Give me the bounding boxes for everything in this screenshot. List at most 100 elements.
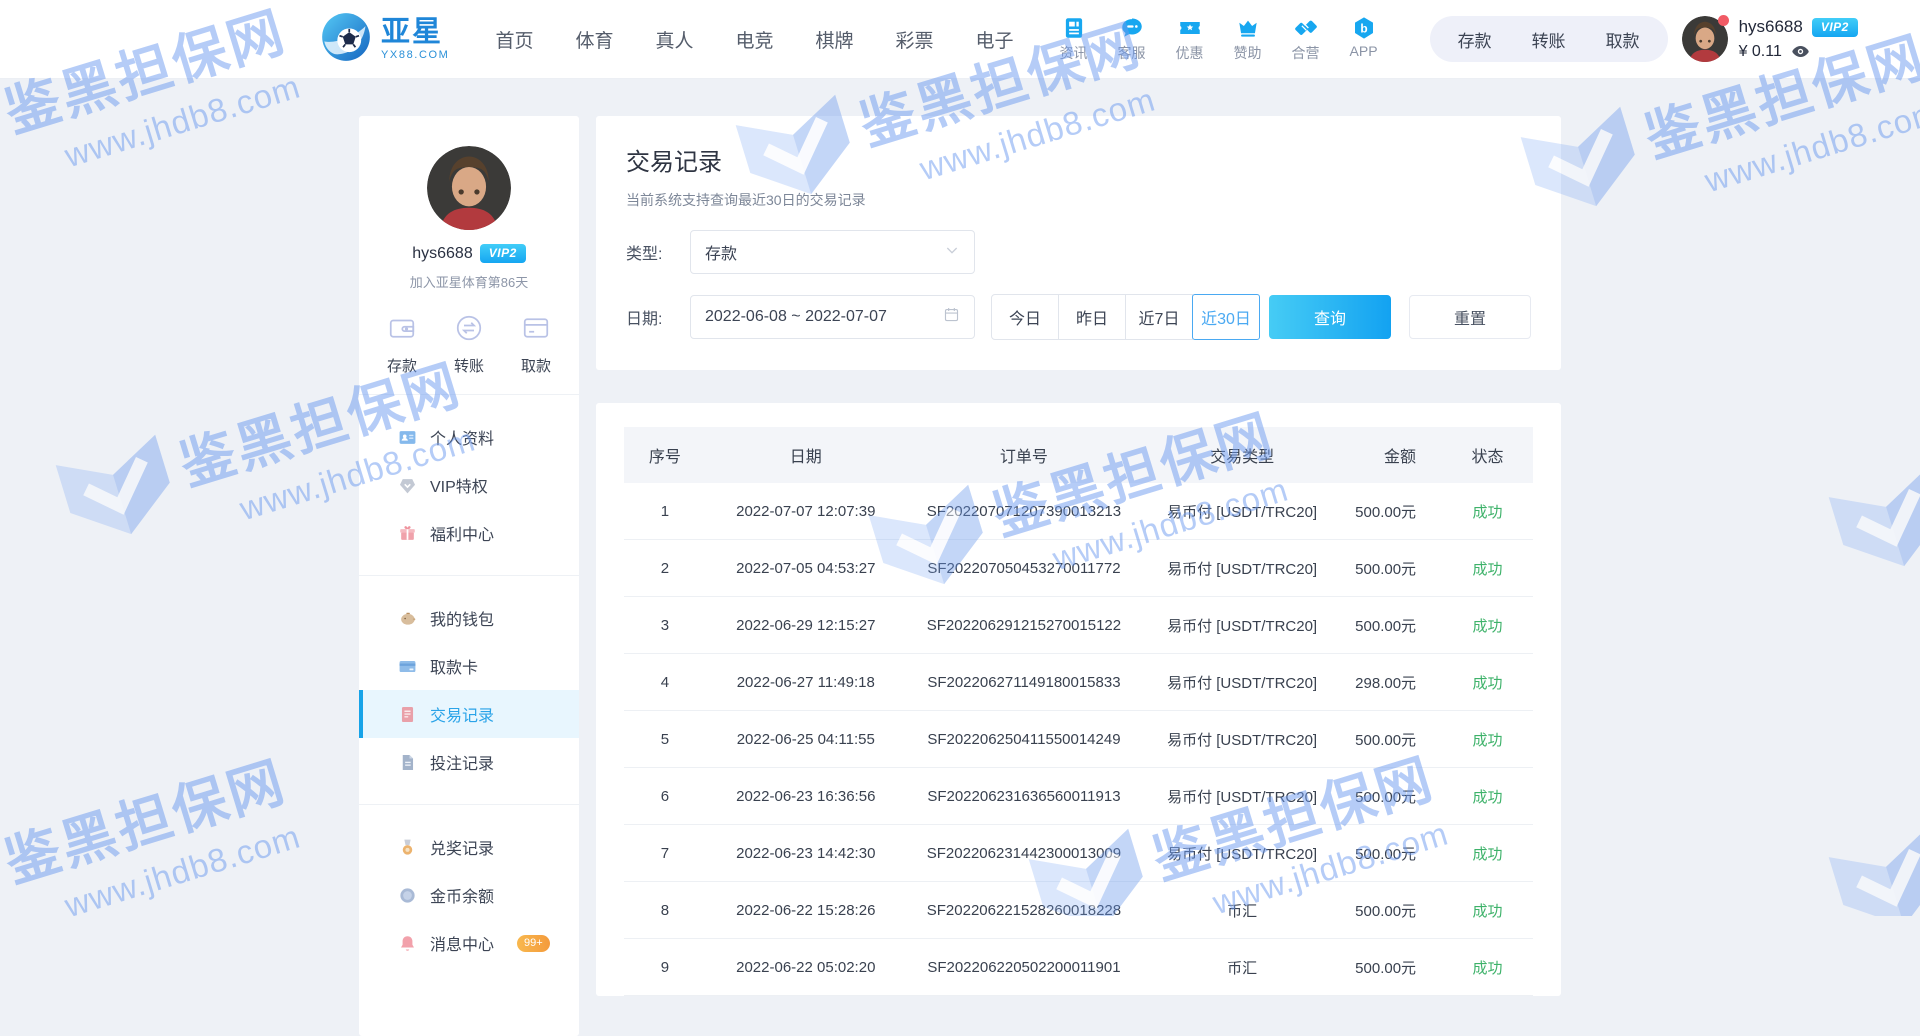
nav-item-3[interactable]: 电竞 bbox=[735, 26, 773, 53]
sidebar-item-VIP特权[interactable]: VIP特权 bbox=[359, 461, 579, 509]
quick-link-4[interactable]: 合营 bbox=[1292, 15, 1320, 63]
sidebar-item-label: 交易记录 bbox=[430, 702, 494, 726]
transactions-icon bbox=[397, 705, 417, 724]
range-button-0[interactable]: 今日 bbox=[991, 294, 1059, 340]
cell-status: 成功 bbox=[1442, 483, 1533, 540]
search-button[interactable]: 查询 bbox=[1269, 295, 1391, 339]
sidebar-shortcut-2[interactable]: 取款 bbox=[521, 313, 551, 376]
main-column: 交易记录 当前系统支持查询最近30日的交易记录 类型: 存款 日期: 2022-… bbox=[596, 116, 1561, 996]
sidebar-item-福利中心[interactable]: 福利中心 bbox=[359, 509, 579, 557]
quick-link-3[interactable]: 赞助 bbox=[1234, 15, 1262, 63]
wallet-pill-0[interactable]: 存款 bbox=[1438, 27, 1512, 52]
calendar-icon bbox=[943, 306, 960, 328]
cell-order-no: SF202206221528260018228 bbox=[906, 882, 1142, 939]
service-icon bbox=[1119, 15, 1145, 41]
quick-link-label: 优惠 bbox=[1176, 43, 1204, 63]
table-row: 52022-06-25 04:11:55SF202206250411550014… bbox=[624, 711, 1533, 768]
sidebar-item-交易记录[interactable]: 交易记录 bbox=[359, 690, 579, 738]
promo-icon bbox=[1177, 15, 1203, 41]
quick-range-group: 今日昨日近7日近30日 bbox=[991, 294, 1260, 340]
sidebar-item-投注记录[interactable]: 投注记录 bbox=[359, 738, 579, 786]
quick-link-0[interactable]: 资讯 bbox=[1060, 15, 1088, 63]
cell-index: 1 bbox=[624, 483, 706, 540]
shortcut-label: 转账 bbox=[454, 355, 484, 376]
eye-icon[interactable] bbox=[1791, 42, 1810, 61]
cell-index: 4 bbox=[624, 654, 706, 711]
page-subtitle: 当前系统支持查询最近30日的交易记录 bbox=[626, 190, 1531, 210]
wallet-actions: 存款转账取款 bbox=[1430, 16, 1668, 62]
cell-amount: 298.00元 bbox=[1342, 654, 1442, 711]
coins-icon bbox=[397, 886, 417, 905]
withdraw-icon bbox=[521, 313, 551, 347]
wallet-pill-1[interactable]: 转账 bbox=[1512, 27, 1586, 52]
cell-type: 易币付 [USDT/TRC20] bbox=[1142, 597, 1342, 654]
cell-amount: 500.00元 bbox=[1342, 711, 1442, 768]
filter-card: 交易记录 当前系统支持查询最近30日的交易记录 类型: 存款 日期: 2022-… bbox=[596, 116, 1561, 370]
table-row: 72022-06-23 14:42:30SF202206231442300013… bbox=[624, 825, 1533, 882]
table-header-row: 序号日期订单号交易类型金额状态 bbox=[624, 427, 1533, 483]
nav-item-2[interactable]: 真人 bbox=[655, 26, 693, 53]
cell-type: 易币付 [USDT/TRC20] bbox=[1142, 768, 1342, 825]
cell-status: 成功 bbox=[1442, 939, 1533, 996]
nav-item-5[interactable]: 彩票 bbox=[896, 26, 934, 53]
shortcut-label: 取款 bbox=[521, 355, 551, 376]
cell-status: 成功 bbox=[1442, 540, 1533, 597]
watermark-url: www.jhdb8.com bbox=[60, 817, 306, 916]
date-range-input[interactable]: 2022-06-08 ~ 2022-07-07 bbox=[690, 295, 975, 339]
type-select[interactable]: 存款 bbox=[690, 230, 975, 274]
user-avatar[interactable] bbox=[1682, 16, 1728, 62]
column-header-2: 订单号 bbox=[906, 427, 1142, 483]
unread-count-badge: 99+ bbox=[517, 935, 550, 952]
sidebar-vip-badge: VIP2 bbox=[480, 244, 526, 263]
cell-type: 易币付 [USDT/TRC20] bbox=[1142, 540, 1342, 597]
cell-type: 币汇 bbox=[1142, 939, 1342, 996]
jhdb8-logo-icon bbox=[1819, 459, 1920, 594]
sidebar-shortcut-0[interactable]: 存款 bbox=[387, 313, 417, 376]
sidebar-item-label: 金币余额 bbox=[430, 883, 494, 907]
site-logo[interactable]: 亚星 YX88.COM bbox=[320, 11, 449, 68]
range-button-1[interactable]: 昨日 bbox=[1058, 294, 1126, 340]
cell-date: 2022-06-22 05:02:20 bbox=[706, 939, 906, 996]
quick-link-1[interactable]: 客服 bbox=[1118, 15, 1146, 63]
sidebar: hys6688 VIP2 加入亚星体育第86天 存款转账取款 个人资料VIP特权… bbox=[359, 116, 579, 1036]
range-button-3[interactable]: 近30日 bbox=[1192, 294, 1260, 340]
sidebar-item-label: 消息中心 bbox=[430, 931, 494, 955]
table-row: 62022-06-23 16:36:56SF202206231636560011… bbox=[624, 768, 1533, 825]
notification-dot bbox=[1718, 15, 1729, 26]
wallet-pill-2[interactable]: 取款 bbox=[1586, 27, 1660, 52]
sidebar-avatar[interactable] bbox=[427, 146, 511, 230]
cell-date: 2022-06-27 11:49:18 bbox=[706, 654, 906, 711]
sidebar-item-金币余额[interactable]: 金币余额 bbox=[359, 871, 579, 919]
sidebar-item-label: 投注记录 bbox=[430, 750, 494, 774]
cell-order-no: SF202207050453270011772 bbox=[906, 540, 1142, 597]
cell-date: 2022-07-05 04:53:27 bbox=[706, 540, 906, 597]
table-row: 32022-06-29 12:15:27SF202206291215270015… bbox=[624, 597, 1533, 654]
column-header-4: 金额 bbox=[1342, 427, 1442, 483]
welfare-icon bbox=[397, 524, 417, 543]
sidebar-item-我的钱包[interactable]: 我的钱包 bbox=[359, 594, 579, 642]
cell-status: 成功 bbox=[1442, 768, 1533, 825]
records-table-card: 序号日期订单号交易类型金额状态 12022-07-07 12:07:39SF20… bbox=[596, 403, 1561, 996]
sidebar-item-取款卡[interactable]: 取款卡 bbox=[359, 642, 579, 690]
quick-link-2[interactable]: 优惠 bbox=[1176, 15, 1204, 63]
sidebar-item-个人资料[interactable]: 个人资料 bbox=[359, 413, 579, 461]
reset-button[interactable]: 重置 bbox=[1409, 295, 1531, 339]
sidebar-item-兑奖记录[interactable]: 兑奖记录 bbox=[359, 823, 579, 871]
jhdb8-logo-icon bbox=[0, 824, 17, 916]
sidebar-item-label: VIP特权 bbox=[430, 473, 488, 497]
sidebar-item-消息中心[interactable]: 消息中心 99+ bbox=[359, 919, 579, 967]
nav-item-1[interactable]: 体育 bbox=[575, 26, 613, 53]
column-header-1: 日期 bbox=[706, 427, 906, 483]
nav-item-6[interactable]: 电子 bbox=[976, 26, 1014, 53]
shortcut-label: 存款 bbox=[387, 355, 417, 376]
quick-link-5[interactable]: bAPP bbox=[1350, 15, 1378, 63]
vip-icon bbox=[397, 476, 417, 495]
watermark-tile: 鉴黑担保网www.jhdb8.com bbox=[1819, 372, 1920, 611]
range-button-2[interactable]: 近7日 bbox=[1125, 294, 1193, 340]
nav-item-4[interactable]: 棋牌 bbox=[816, 26, 854, 53]
sidebar-shortcut-1[interactable]: 转账 bbox=[454, 313, 484, 376]
joined-days-text: 加入亚星体育第86天 bbox=[359, 272, 579, 291]
nav-item-0[interactable]: 首页 bbox=[495, 26, 533, 53]
cell-index: 7 bbox=[624, 825, 706, 882]
vip-badge: VIP2 bbox=[1812, 18, 1858, 37]
